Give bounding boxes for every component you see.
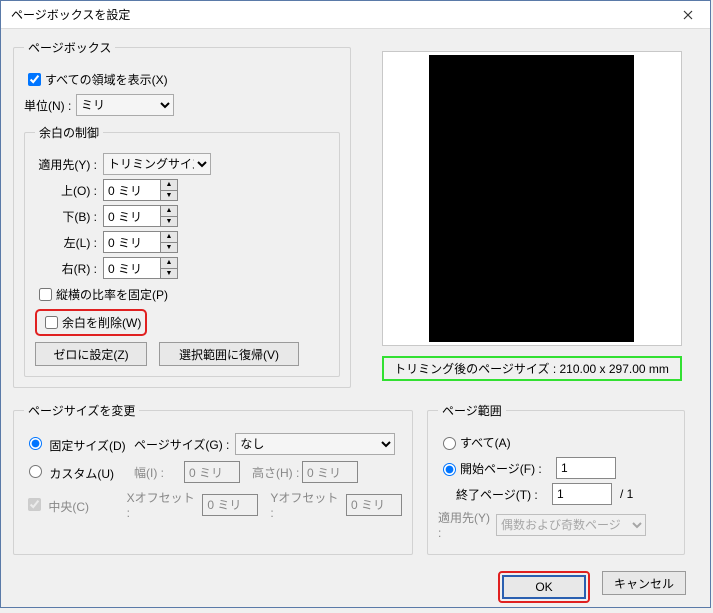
fixed-size-radio[interactable]: [29, 437, 42, 450]
center-checkbox[interactable]: [28, 498, 41, 511]
top-spinner[interactable]: ▲▼: [103, 179, 178, 201]
window-title: ページボックスを設定: [11, 6, 130, 23]
yoffset-input[interactable]: [346, 494, 402, 516]
spin-down-icon[interactable]: ▼: [160, 191, 177, 201]
trim-size-info: トリミング後のページサイズ : 210.00 x 297.00 mm: [382, 356, 682, 381]
total-pages-suffix: / 1: [620, 487, 633, 501]
ok-highlight: OK: [498, 571, 590, 603]
cancel-button[interactable]: キャンセル: [602, 571, 686, 595]
pagebox-group: ページボックス すべての領域を表示(X) 単位(N) : ミリ 余白の制御 適用…: [13, 39, 351, 388]
custom-radio[interactable]: [29, 465, 42, 478]
start-page-label: 開始ページ(F) :: [460, 460, 546, 477]
spin-down-icon[interactable]: ▼: [160, 217, 177, 227]
height-label: 高さ(H) :: [252, 464, 302, 481]
pagebox-legend: ページボックス: [24, 39, 115, 56]
revert-selection-button[interactable]: 選択範囲に復帰(V): [159, 342, 299, 366]
close-button[interactable]: [665, 1, 710, 29]
spin-down-icon[interactable]: ▼: [160, 269, 177, 279]
spin-up-icon[interactable]: ▲: [160, 206, 177, 217]
spin-down-icon[interactable]: ▼: [160, 243, 177, 253]
spin-up-icon[interactable]: ▲: [160, 232, 177, 243]
show-all-areas-label: すべての領域を表示(X): [45, 71, 168, 88]
end-page-input[interactable]: [552, 483, 612, 505]
page-range-legend: ページ範囲: [438, 402, 506, 419]
set-zero-button[interactable]: ゼロに設定(Z): [35, 342, 147, 366]
right-spinner[interactable]: ▲▼: [103, 257, 178, 279]
fixed-size-label: 固定サイズ(D): [49, 439, 125, 453]
spin-up-icon[interactable]: ▲: [160, 180, 177, 191]
xoffset-label: Xオフセット :: [127, 489, 197, 520]
all-pages-label: すべて(A): [460, 434, 511, 451]
remove-white-highlight: 余白を削除(W): [35, 309, 147, 336]
preview-page: [429, 55, 634, 342]
range-apply-select[interactable]: 偶数および奇数ページ: [496, 514, 646, 536]
page-size-select[interactable]: なし: [235, 433, 395, 455]
constrain-checkbox[interactable]: [39, 288, 52, 301]
dialog-content: ページボックス すべての領域を表示(X) 単位(N) : ミリ 余白の制御 適用…: [1, 29, 710, 613]
spin-up-icon[interactable]: ▲: [160, 258, 177, 269]
width-label: 幅(I) :: [134, 464, 184, 481]
constrain-label: 縦横の比率を固定(P): [56, 286, 168, 303]
margin-control-group: 余白の制御 適用先(Y) : トリミングサイズ 上(O) : ▲▼ 下(B) :…: [24, 124, 340, 377]
bottom-spinner[interactable]: ▲▼: [103, 205, 178, 227]
show-all-areas-checkbox[interactable]: [28, 73, 41, 86]
custom-label: カスタム(U): [49, 467, 114, 481]
right-label: 右(R) :: [35, 260, 103, 277]
close-icon: [683, 10, 693, 20]
start-page-radio[interactable]: [443, 463, 456, 476]
width-input[interactable]: [184, 461, 240, 483]
page-size-legend: ページサイズを変更: [24, 402, 139, 419]
ok-button[interactable]: OK: [502, 575, 586, 599]
page-range-group: ページ範囲 すべて(A) 開始ページ(F) : 終了ページ(T) : / 1 適…: [427, 402, 685, 555]
dialog-window: ページボックスを設定 ページボックス すべての領域を表示(X) 単位(N) : …: [0, 0, 711, 608]
preview-column: トリミング後のページサイズ : 210.00 x 297.00 mm: [365, 39, 698, 388]
center-label: 中央(C): [48, 500, 89, 514]
left-spinner[interactable]: ▲▼: [103, 231, 178, 253]
preview-frame: [382, 51, 682, 346]
top-label: 上(O) :: [35, 182, 103, 199]
unit-label: 単位(N) :: [24, 97, 76, 114]
end-page-label: 終了ページ(T) :: [456, 486, 542, 503]
range-apply-label: 適用先(Y) :: [438, 509, 496, 540]
margin-legend: 余白の制御: [35, 124, 103, 141]
xoffset-input[interactable]: [202, 494, 258, 516]
remove-white-label: 余白を削除(W): [62, 314, 141, 331]
apply-to-select[interactable]: トリミングサイズ: [103, 153, 211, 175]
remove-white-checkbox[interactable]: [45, 316, 58, 329]
all-pages-radio[interactable]: [443, 437, 456, 450]
height-input[interactable]: [302, 461, 358, 483]
start-page-input[interactable]: [556, 457, 616, 479]
unit-select[interactable]: ミリ: [76, 94, 174, 116]
bottom-label: 下(B) :: [35, 208, 103, 225]
titlebar: ページボックスを設定: [1, 1, 710, 29]
page-size-change-group: ページサイズを変更 固定サイズ(D) ページサイズ(G) : なし カスタム(U…: [13, 402, 413, 555]
page-size-sel-label: ページサイズ(G) :: [134, 436, 229, 453]
yoffset-label: Yオフセット :: [270, 489, 340, 520]
apply-to-label: 適用先(Y) :: [35, 156, 103, 173]
left-label: 左(L) :: [35, 234, 103, 251]
dialog-actions: OK キャンセル: [13, 571, 686, 603]
